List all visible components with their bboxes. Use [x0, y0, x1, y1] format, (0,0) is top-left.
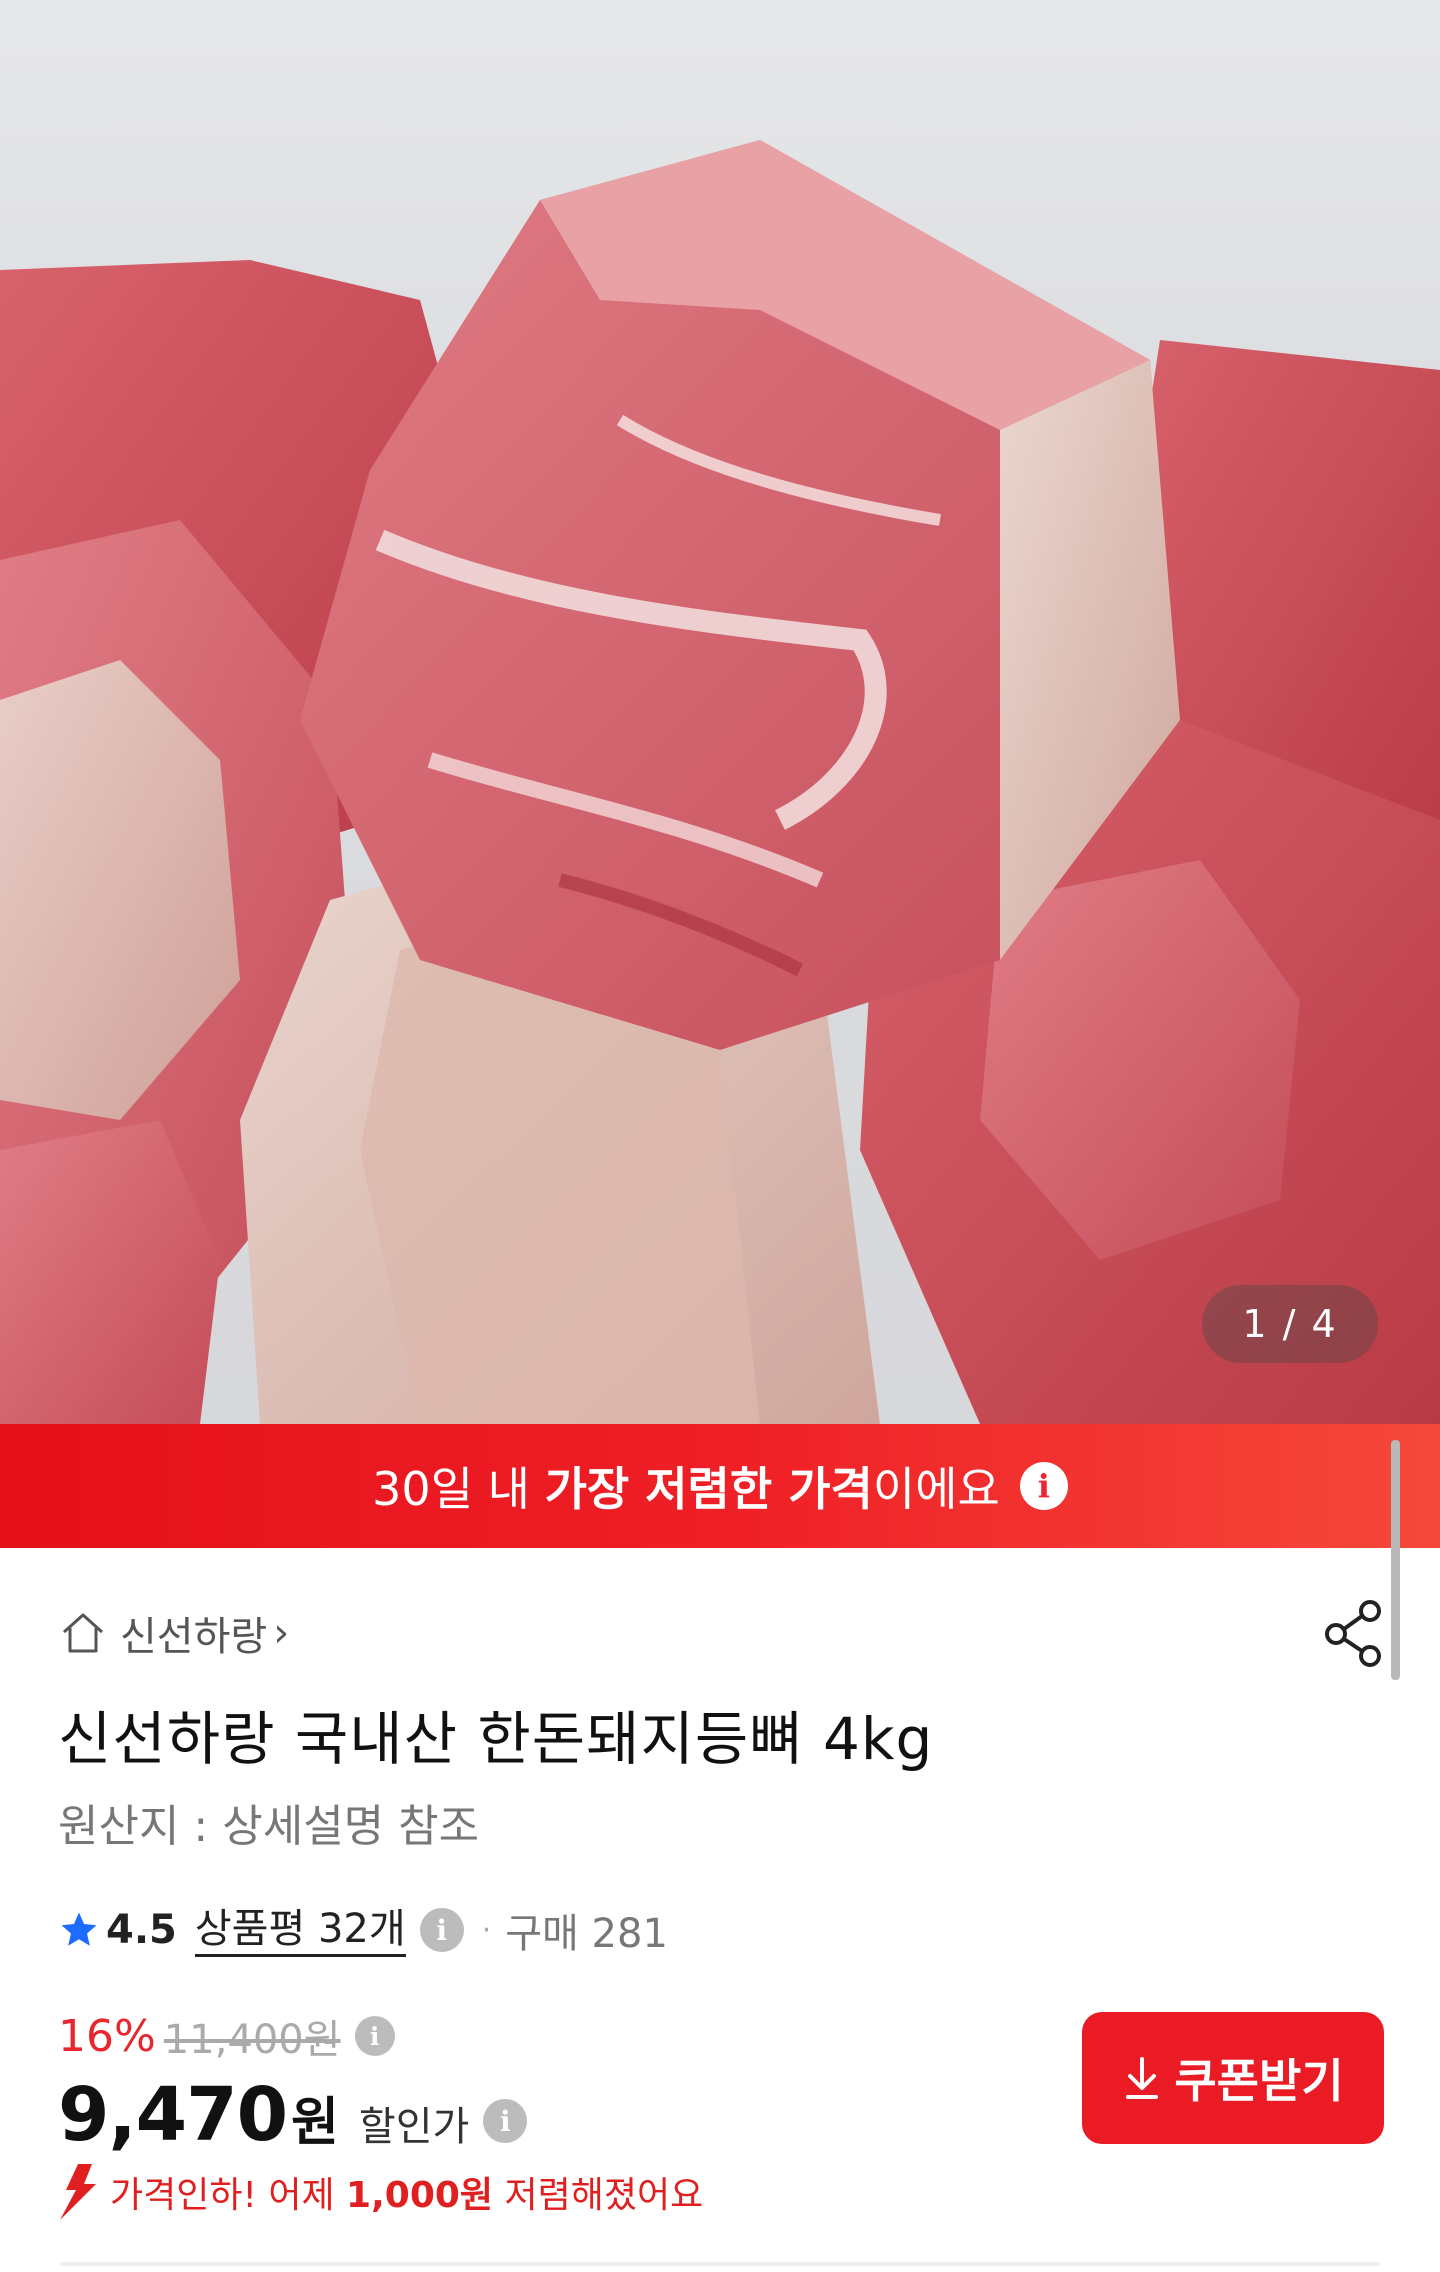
original-price-row: 16% 11,400원 i	[58, 2008, 395, 2064]
info-icon[interactable]: i	[1019, 1462, 1068, 1510]
original-price: 11,400원	[163, 2017, 341, 2063]
rating-score: 4.5	[106, 1907, 177, 1953]
product-image-gallery[interactable]: 1 / 4	[0, 0, 1440, 1424]
chevron-right-icon: ›	[273, 1610, 290, 1656]
price-drop-arrow-icon	[60, 2164, 96, 2220]
price-drop-text-pre: 가격인하! 어제	[110, 2175, 347, 2216]
share-icon[interactable]	[1322, 1598, 1388, 1668]
product-origin: 원산지 : 상세설명 참조	[58, 1801, 480, 1852]
info-icon[interactable]: i	[419, 1908, 464, 1952]
banner-text-post: 이에요	[872, 1462, 1000, 1516]
shop-link[interactable]: 신선하랑 ›	[58, 1602, 289, 1664]
lowest-price-banner: 30일 내 가장 저렴한 가격 이에요 i	[0, 1424, 1440, 1548]
get-coupon-button[interactable]: 쿠폰받기	[1082, 2012, 1384, 2144]
gallery-page-counter: 1 / 4	[1202, 1285, 1378, 1363]
discount-rate: 16%	[58, 2010, 156, 2062]
sale-price: 9,470	[58, 2072, 288, 2158]
product-photo	[0, 140, 1440, 1424]
product-title: 신선하랑 국내산 한돈돼지등뼈 4kg	[58, 1705, 934, 1773]
info-icon[interactable]: i	[354, 2016, 395, 2056]
review-count-link[interactable]: 상품평 32개	[194, 1904, 406, 1957]
sale-price-row: 9,470 원 할인가 i	[58, 2072, 528, 2158]
price-drop-amount: 1,000원	[346, 2175, 494, 2216]
banner-text-strong: 가장 저렴한 가격	[544, 1462, 873, 1516]
sale-price-label: 할인가	[358, 2104, 470, 2150]
banner-text-pre: 30일 내	[372, 1462, 545, 1516]
download-arrow-icon	[1126, 2057, 1159, 2099]
star-icon	[61, 1912, 97, 1946]
info-icon[interactable]: i	[483, 2099, 528, 2143]
divider	[60, 2262, 1380, 2266]
purchase-count: 구매 281	[505, 1911, 668, 1957]
rating-row: 4.5 상품평 32개 i · 구매 281	[58, 1898, 668, 1962]
scrollbar[interactable]	[1391, 1440, 1400, 1680]
coupon-button-label: 쿠폰받기	[1174, 2054, 1344, 2108]
price-drop-text-post: 저렴해졌어요	[493, 2175, 704, 2216]
price-drop-notice: 가격인하! 어제 1,000원 저렴해졌어요	[52, 2160, 703, 2224]
home-icon	[62, 1613, 104, 1653]
currency-unit: 원	[291, 2093, 339, 2153]
separator-dot: ·	[481, 1912, 492, 1948]
shop-name: 신선하랑	[120, 1614, 268, 1660]
